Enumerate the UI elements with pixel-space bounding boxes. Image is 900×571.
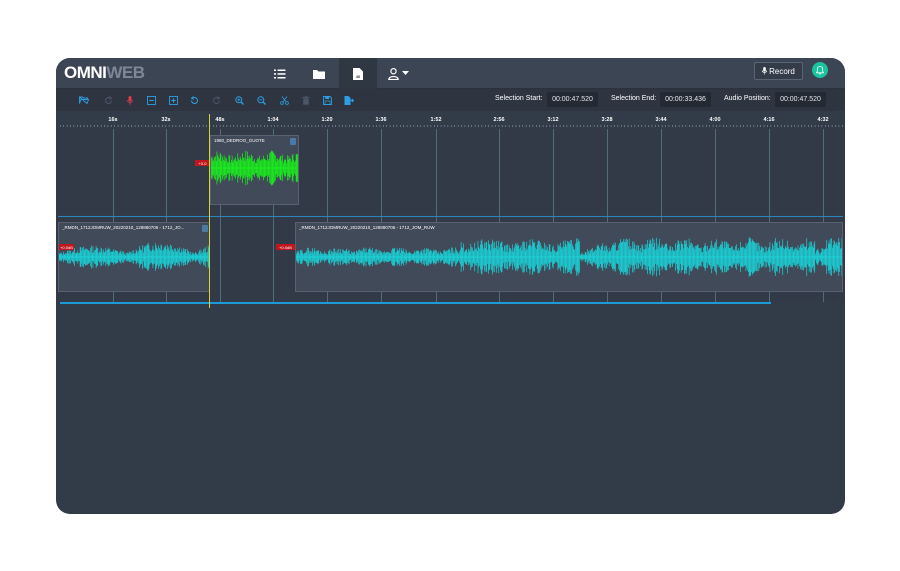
zoom-in-button[interactable] <box>233 94 245 106</box>
zoom-in-icon <box>234 95 244 105</box>
track-1 <box>56 129 845 214</box>
timeline-minor-ticks <box>60 125 843 127</box>
microphone-icon <box>127 95 133 105</box>
editor-toolbar: Selection Start: 00:00:47.520 Selection … <box>56 89 845 111</box>
cyan-waveform-1 <box>59 242 209 271</box>
expand-button[interactable] <box>167 94 179 106</box>
selection-start-label: Selection Start: <box>495 95 543 102</box>
app-window: OMNIWEB 40 Record Selection Start: 00:00… <box>56 58 845 514</box>
user-icon <box>387 67 399 80</box>
nav-tab-user[interactable] <box>378 58 418 89</box>
undo-button[interactable] <box>188 94 200 106</box>
timeline-ruler[interactable]: 16s 32s 48s 1:04 1:20 1:36 1:52 2:56 3:12 3:28 3:4… <box>56 111 845 129</box>
green-waveform <box>211 150 298 186</box>
clip-delete-icon[interactable] <box>202 225 208 232</box>
nav-tab-list[interactable] <box>261 58 299 89</box>
track-2-clip-2[interactable]: _RMDN_1712JOMRUW_20220210_128880706 - 17… <box>295 222 843 292</box>
track-1-clip[interactable]: 1980_DEDROO_GUOTE <box>210 135 299 205</box>
record-button[interactable]: Record <box>754 62 803 80</box>
zoom-out-icon <box>256 95 266 105</box>
redo-icon <box>104 95 112 104</box>
logo: OMNIWEB <box>64 63 145 83</box>
track-2-clip-1-gain-tag[interactable]: +0.0dB <box>59 244 74 250</box>
selection-end-field[interactable]: 00:00:33.436 <box>660 92 711 107</box>
document-badge: 40 <box>356 74 361 79</box>
record-label: Record <box>769 66 795 76</box>
document-icon: 40 <box>353 67 363 80</box>
clip-delete-icon[interactable] <box>290 138 296 145</box>
list-icon <box>274 69 286 78</box>
collapse-button[interactable] <box>145 94 157 106</box>
track-2-clip-1[interactable]: _RMDN_1712JOMRUW_20220210_128880706 - 17… <box>58 222 210 292</box>
record-audio-button[interactable] <box>124 94 136 106</box>
notifications-button[interactable] <box>812 62 828 78</box>
clip-title: 1980_DEDROO_GUOTE <box>214 138 265 143</box>
nav-tab-folder[interactable] <box>300 58 338 89</box>
audio-position-field[interactable]: 00:00:47.520 <box>775 92 826 107</box>
track-1-gain-tag[interactable]: +0.0 <box>195 160 210 166</box>
horizontal-scrollbar[interactable] <box>60 302 771 304</box>
bell-icon <box>816 65 824 75</box>
selection-start-field[interactable]: 00:00:47.520 <box>547 92 598 107</box>
open-button[interactable] <box>78 94 90 106</box>
export-icon <box>344 95 354 105</box>
scissors-icon <box>279 95 289 105</box>
delete-button[interactable] <box>300 94 312 106</box>
caret-down-icon <box>401 71 409 75</box>
redo-icon <box>212 95 220 104</box>
minus-square-icon <box>146 95 156 105</box>
save-button[interactable] <box>321 94 333 106</box>
microphone-icon <box>762 67 768 75</box>
audio-position-label: Audio Position: <box>724 95 771 102</box>
playhead-cursor[interactable] <box>209 114 210 308</box>
top-navbar: OMNIWEB 40 Record <box>56 58 845 89</box>
plus-square-icon <box>168 95 178 105</box>
undo-icon <box>190 95 198 104</box>
zoom-out-button[interactable] <box>255 94 267 106</box>
track-separator-line <box>58 216 843 217</box>
nav-tab-document[interactable]: 40 <box>339 58 377 89</box>
clip-title: _RMDN_1712JOMRUW_20220210_128880706 - 17… <box>299 225 435 230</box>
folder-open-icon <box>79 96 89 104</box>
track-2-clip-2-gain-tag[interactable]: +0.0dB <box>276 244 295 250</box>
export-button[interactable] <box>343 94 355 106</box>
redo-button[interactable] <box>210 94 222 106</box>
redo-disabled-button[interactable] <box>102 94 114 106</box>
save-icon <box>322 95 332 105</box>
folder-icon <box>313 69 325 79</box>
logo-web: WEB <box>106 63 145 82</box>
clip-title: _RMDN_1712JOMRUW_20220210_128880706 - 17… <box>62 225 185 230</box>
cyan-waveform-2 <box>296 237 842 277</box>
logo-omni: OMNI <box>64 63 107 82</box>
selection-end-label: Selection End: <box>611 95 657 102</box>
trash-icon <box>302 95 310 105</box>
cut-button[interactable] <box>278 94 290 106</box>
